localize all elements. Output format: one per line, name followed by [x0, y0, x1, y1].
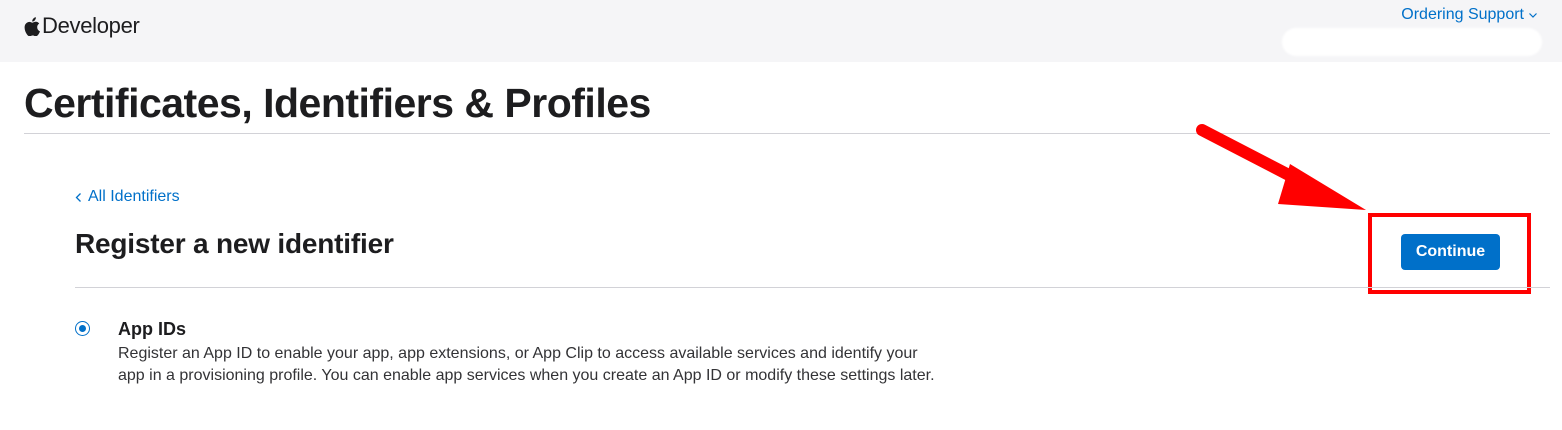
chevron-left-icon — [75, 192, 81, 202]
option-title: App IDs — [118, 319, 187, 339]
redacted-account-area — [1282, 28, 1542, 56]
chevron-down-icon — [1529, 13, 1537, 18]
page-title: Certificates, Identifiers & Profiles — [24, 80, 651, 126]
section-title: Register a new identifier — [75, 228, 394, 259]
brand-label: Developer — [42, 13, 140, 38]
all-identifiers-link[interactable]: All Identifiers — [75, 188, 180, 206]
option-description: Register an App ID to enable your app, a… — [118, 345, 935, 384]
global-header: Developer Ordering Support — [0, 0, 1562, 62]
ordering-support-label: Ordering Support — [1401, 6, 1524, 23]
continue-button[interactable]: Continue — [1401, 234, 1500, 270]
apple-logo-icon — [24, 16, 40, 36]
back-link-label: All Identifiers — [88, 188, 180, 205]
app-ids-radio[interactable] — [75, 321, 90, 336]
section-divider — [75, 287, 1550, 288]
radio-selected-dot — [79, 325, 86, 332]
title-divider — [24, 133, 1550, 134]
ordering-support-menu[interactable]: Ordering Support — [1401, 6, 1538, 24]
developer-home-link[interactable]: Developer — [24, 12, 140, 40]
